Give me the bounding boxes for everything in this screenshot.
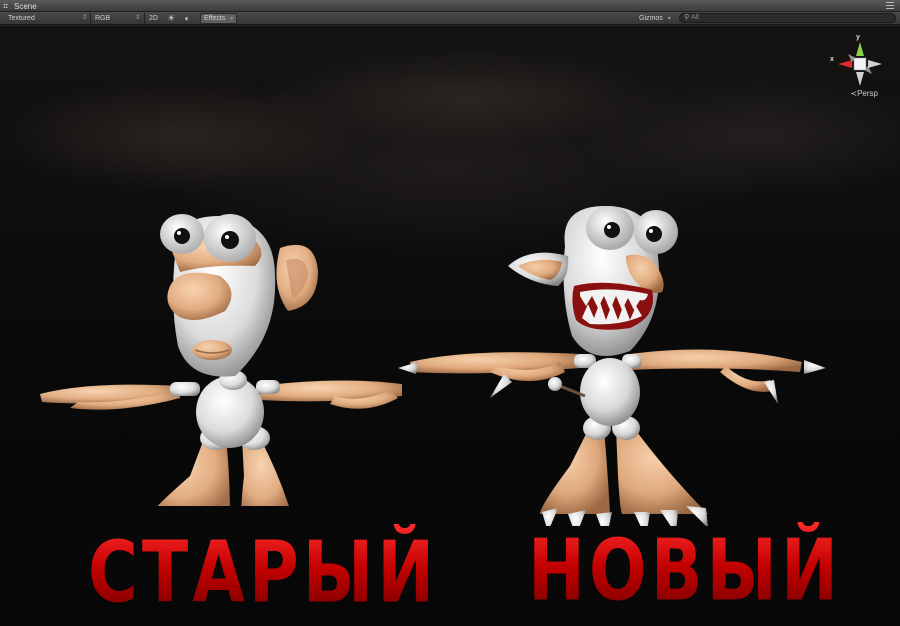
grid-icon: ⌗	[3, 1, 9, 11]
gizmos-label: Gizmos	[639, 15, 663, 22]
old-character-model[interactable]	[30, 176, 420, 524]
sun-icon[interactable]: ☀	[164, 13, 178, 24]
gizmo-y-label: y	[856, 34, 860, 41]
dropdown-arrow-icon: ⇕	[81, 15, 87, 21]
projection-toggle[interactable]: ≺Persp	[850, 89, 878, 98]
axis-gizmo-icon	[838, 42, 882, 86]
projection-label: Persp	[857, 89, 878, 98]
search-input[interactable]: ⚲ All	[679, 13, 896, 23]
dropdown-arrow-icon: ▾	[667, 16, 671, 22]
search-icon: ⚲	[684, 14, 690, 21]
search-placeholder: All	[691, 14, 699, 21]
caption-old: СТАРЫЙ	[88, 524, 439, 623]
channel-value: RGB	[95, 15, 111, 22]
new-character-model[interactable]	[390, 176, 840, 540]
tab-label: Scene	[14, 1, 37, 11]
toolbar-divider	[90, 13, 91, 24]
dropdown-arrow-icon: ⇕	[134, 15, 140, 21]
scene-toolbar: Textured ⇕ RGB ⇕ 2D ☀ 🔈︎ Effects ▾ Gizmo…	[0, 12, 900, 25]
gizmos-dropdown[interactable]: Gizmos ▾	[636, 13, 674, 24]
scene-window: ⌗ Scene Textured ⇕ RGB ⇕ 2D ☀ 🔈︎ Effects…	[0, 0, 900, 626]
caption-new: НОВЫЙ	[528, 522, 842, 621]
render-mode-dropdown[interactable]: Textured ⇕	[5, 13, 89, 24]
title-bar: ⌗ Scene	[0, 0, 900, 12]
effects-button[interactable]: Effects ▾	[200, 13, 238, 24]
gizmo-x-label: x	[830, 56, 834, 63]
scene-viewport[interactable]: y x ≺Persp СТАРЫЙ НОВЫЙ	[0, 26, 900, 626]
toolbar-divider	[144, 13, 145, 24]
tab-scene[interactable]: ⌗ Scene	[0, 0, 43, 12]
menu-icon[interactable]	[886, 2, 894, 9]
channel-dropdown[interactable]: RGB ⇕	[92, 13, 142, 24]
toggle-2d-button[interactable]: 2D	[146, 13, 161, 24]
dropdown-arrow-icon: ▾	[230, 16, 234, 22]
effects-label: Effects	[204, 15, 226, 22]
render-mode-value: Textured	[8, 15, 35, 22]
speaker-icon[interactable]: 🔈︎	[182, 13, 193, 24]
